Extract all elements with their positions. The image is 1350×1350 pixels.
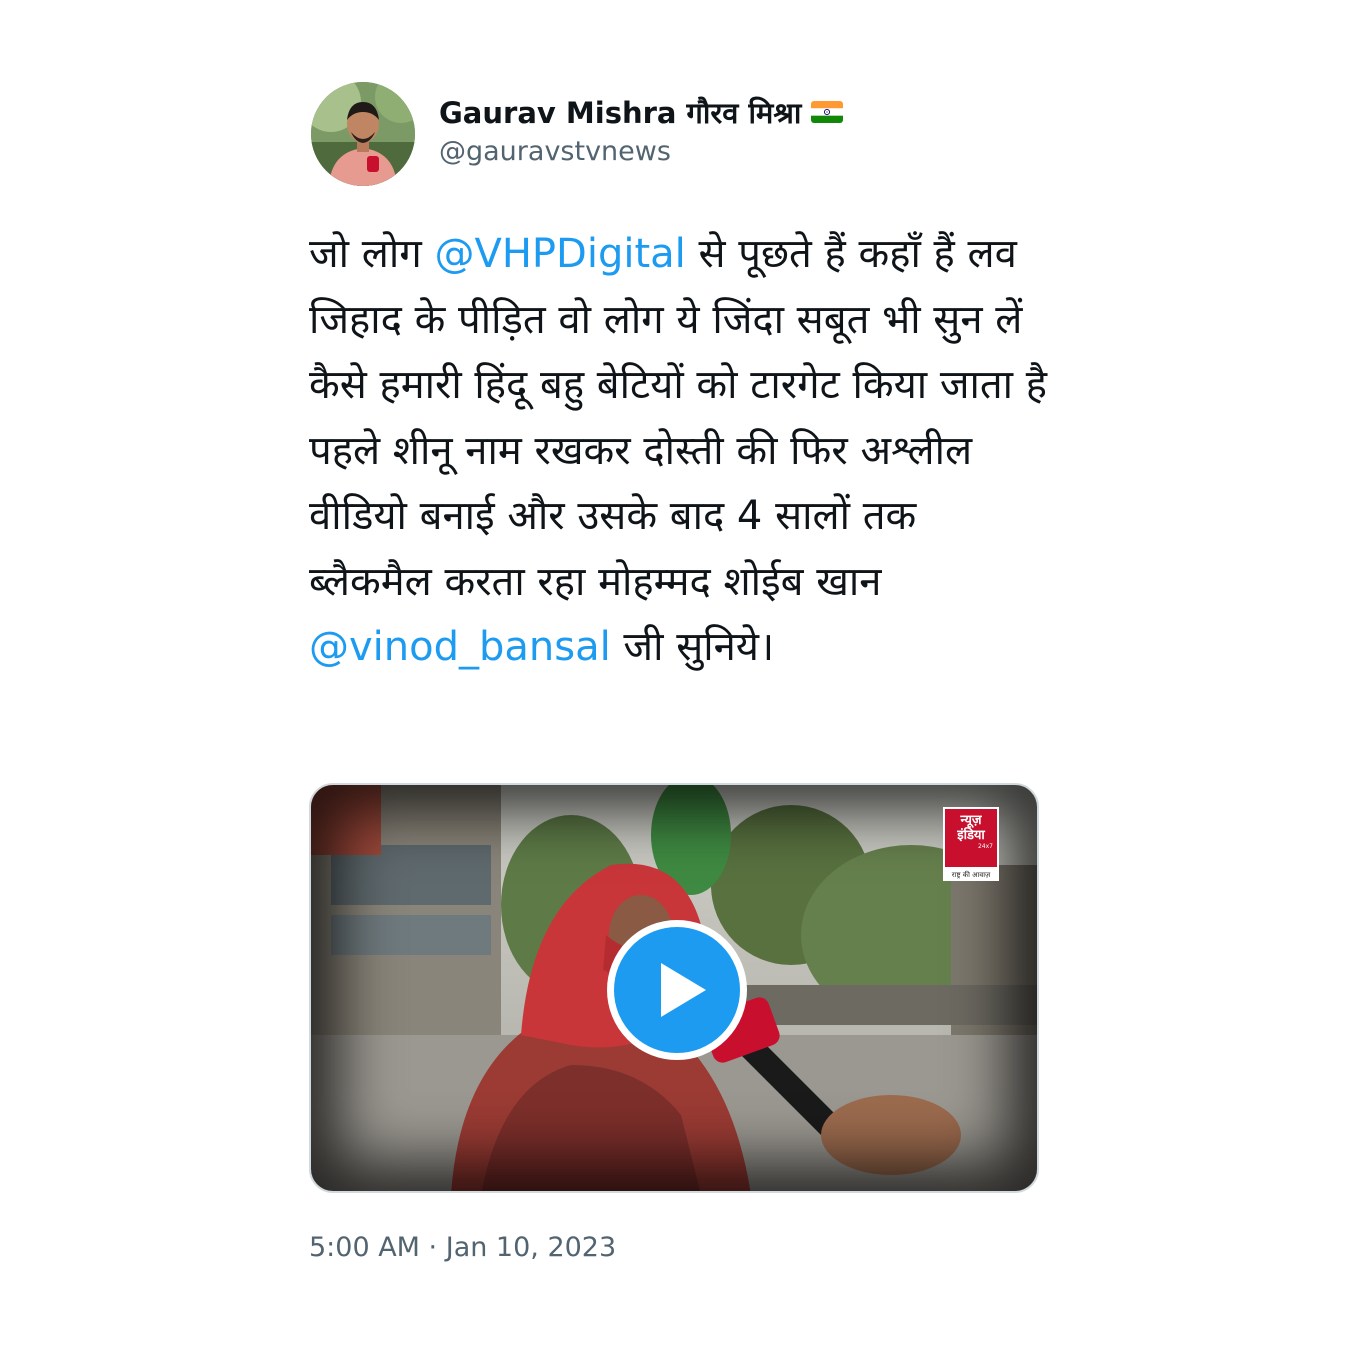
tweet-text-segment: जी सुनिये। xyxy=(610,624,775,670)
tweet-text-segment: जो लोग xyxy=(309,231,435,277)
author-display-name[interactable]: Gaurav Mishra गौरव मिश्रा xyxy=(439,93,801,132)
channel-logo: न्यूज़ इंडिया 24x7 xyxy=(943,807,999,869)
avatar[interactable] xyxy=(311,82,415,186)
play-icon xyxy=(661,963,706,1017)
channel-tagline: राष्ट्र की आवाज़ xyxy=(943,869,999,881)
channel-logo-line1: न्यूज़ xyxy=(960,813,982,828)
tweet-timestamp[interactable]: 5:00 AM · Jan 10, 2023 xyxy=(309,1232,616,1263)
tweet-card: Gaurav Mishra गौरव मिश्रा @gauravstvnews… xyxy=(0,0,1350,1350)
channel-logo-line3: 24x7 xyxy=(977,843,993,850)
author-name-row[interactable]: Gaurav Mishra गौरव मिश्रा xyxy=(439,92,844,132)
play-button[interactable] xyxy=(607,920,747,1060)
video-player[interactable]: न्यूज़ इंडिया 24x7 राष्ट्र की आवाज़ xyxy=(309,783,1039,1193)
mention-link[interactable]: @vinod_bansal xyxy=(309,624,611,670)
author-handle[interactable]: @gauravstvnews xyxy=(439,136,671,167)
india-flag-icon xyxy=(811,101,844,123)
mention-link[interactable]: @VHPDigital xyxy=(434,231,685,277)
tweet-text-segment: से पूछते हैं कहाँ हैं लव जिहाद के पीड़ित… xyxy=(309,231,1047,605)
channel-logo-line2: इंडिया xyxy=(957,828,985,843)
tweet-text: जो लोग @VHPDigital से पूछते हैं कहाँ हैं… xyxy=(309,222,1049,681)
